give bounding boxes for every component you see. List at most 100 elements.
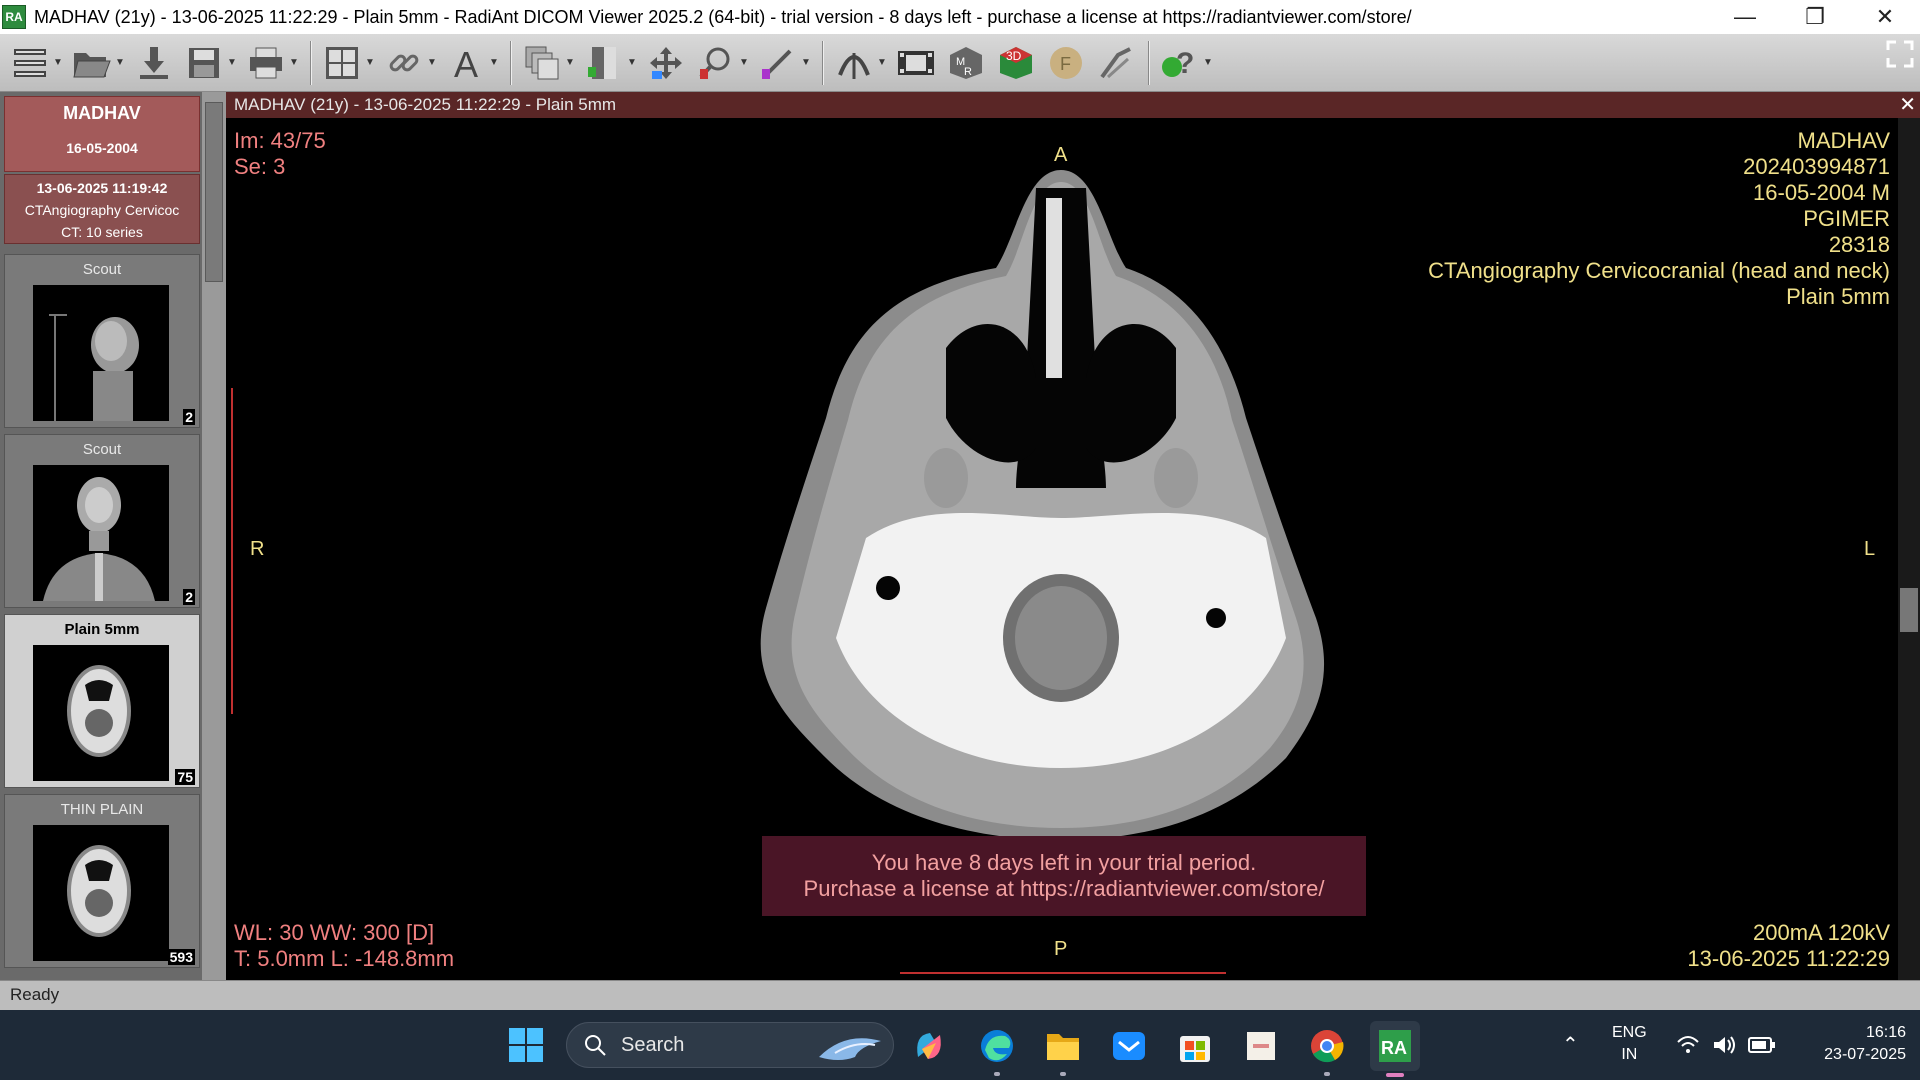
minimize-button[interactable]: — [1710,0,1780,34]
help-button[interactable]: ? ▼ [1158,38,1214,88]
series-stack-button[interactable]: ▼ [520,38,576,88]
svg-text:?: ? [1176,47,1194,80]
orientation-top: A [1054,144,1068,166]
link-icon [382,41,426,85]
3d-button[interactable]: 3D [994,38,1038,88]
chevron-down-icon[interactable]: ▼ [288,57,300,68]
document-app-icon[interactable] [1240,1025,1282,1067]
svg-text:A: A [454,45,478,81]
scout-lateral-image [33,285,169,421]
toolbar-separator [822,40,824,85]
slice-thickness-location: T: 5.0mm L: -148.8mm [234,946,455,971]
overlay-institution: PGIMER [1803,206,1890,231]
print-button[interactable]: ▼ [244,38,300,88]
open-button[interactable]: ▼ [70,38,126,88]
link-button[interactable]: ▼ [382,38,438,88]
menu-button[interactable]: ▼ [8,38,64,88]
window-level-button[interactable]: ▼ [582,38,638,88]
chevron-down-icon[interactable]: ▼ [426,57,438,68]
chrome-browser-icon[interactable] [1306,1025,1348,1076]
chevron-down-icon[interactable]: ▼ [488,57,500,68]
battery-icon[interactable] [1748,1036,1776,1056]
fusion-f-button[interactable]: F [1044,38,1088,88]
patient-header[interactable]: MADHAV 16-05-2004 [4,96,200,172]
menu-icon [8,41,52,85]
annotation-button[interactable]: A ▼ [444,38,500,88]
chevron-down-icon[interactable]: ▼ [364,57,376,68]
pan-button[interactable] [644,38,688,88]
cine-button[interactable] [894,38,938,88]
series-title: THIN PLAIN [60,801,144,818]
panel-scrollbar[interactable] [202,92,226,980]
series-thumbnail[interactable]: Scout 2 [4,434,200,608]
clock-date: 23-07-2025 [1824,1046,1906,1063]
scrollbar-thumb[interactable] [205,102,223,282]
toolbar-separator [1148,40,1150,85]
running-indicator [1324,1072,1330,1076]
volume-icon[interactable] [1712,1034,1738,1058]
clock-time: 16:16 [1865,1024,1906,1041]
language-indicator[interactable]: ENG IN [1612,1022,1647,1066]
mpr-button[interactable]: MR [944,38,988,88]
overlay-dob-sex: 16-05-2004 M [1753,180,1890,205]
search-icon [585,1035,606,1056]
overlay-patient-name: MADHAV [1797,128,1891,153]
image-viewport[interactable]: Im: 43/75 Se: 3 MADHAV 202403994871 16-0… [226,118,1898,980]
toolbar-separator [510,40,512,85]
series-thumbnail[interactable]: Scout 2 [4,254,200,428]
chevron-down-icon[interactable]: ▼ [876,57,888,68]
close-icon[interactable]: ✕ [1899,92,1916,118]
outlook-mail-icon[interactable] [1108,1025,1150,1067]
taskbar-search[interactable]: Search [566,1022,894,1068]
mpr-cube-icon: MR [944,41,988,85]
microsoft-store-icon[interactable] [1174,1025,1216,1067]
active-indicator [1386,1073,1404,1077]
chevron-down-icon[interactable]: ▼ [114,57,126,68]
curved-mpr-button[interactable] [1094,38,1138,88]
fullscreen-icon[interactable] [1886,40,1914,68]
chevron-down-icon[interactable]: ▼ [226,57,238,68]
measure-button[interactable]: ▼ [756,38,812,88]
series-thumbnail[interactable]: THIN PLAIN 593 [4,794,200,968]
clock[interactable]: 16:16 23-07-2025 [1796,1022,1906,1066]
edge-browser-icon[interactable] [976,1025,1018,1076]
chevron-down-icon[interactable]: ▼ [1202,57,1214,68]
axial-slice-thumbnail [33,645,169,781]
close-button[interactable]: ✕ [1850,0,1920,34]
file-explorer-icon[interactable] [1042,1025,1084,1076]
study-header[interactable]: 13-06-2025 11:19:42 CTAngiography Cervic… [4,174,200,244]
chevron-down-icon[interactable]: ▼ [52,57,64,68]
layout-button[interactable]: ▼ [320,38,376,88]
scrollbar-thumb[interactable] [1900,588,1918,632]
radiant-taskbar-icon[interactable]: RA [1370,1021,1420,1077]
overlay-patient-id: 202403994871 [1743,154,1890,179]
trial-notice-line: Purchase a license at https://radiantvie… [803,876,1325,901]
search-label: Search [621,1033,685,1056]
windows-start-icon[interactable] [508,1027,544,1063]
chevron-down-icon[interactable]: ▼ [738,57,750,68]
copilot-icon[interactable] [908,1025,950,1067]
chevron-down-icon[interactable]: ▼ [626,57,638,68]
zoom-button[interactable]: ▼ [694,38,750,88]
title-bar: RA MADHAV (21y) - 13-06-2025 11:22:29 - … [0,0,1920,34]
download-button[interactable] [132,38,176,88]
radiant-app-icon[interactable]: RA [2,5,26,29]
ruler-measure-icon [756,41,800,85]
fusion-button[interactable]: ▼ [832,38,888,88]
save-button[interactable]: ▼ [182,38,238,88]
wifi-icon[interactable] [1676,1034,1700,1058]
stack-icon [520,41,564,85]
overlay-series-description: Plain 5mm [1786,284,1890,309]
viewport-scrollbar[interactable] [1898,118,1920,980]
folder-open-icon [70,41,114,85]
exposure-params: 200mA 120kV [1753,920,1890,945]
chevron-down-icon[interactable]: ▼ [800,57,812,68]
window-title: MADHAV (21y) - 13-06-2025 11:22:29 - Pla… [34,6,1412,27]
overlay-accession: 28318 [1828,232,1890,257]
series-thumbnail-active[interactable]: Plain 5mm 75 [4,614,200,788]
overlay-study-description: CTAngiography Cervicocranial (head and n… [1428,258,1890,283]
chevron-down-icon[interactable]: ▼ [564,57,576,68]
language-code: ENG [1612,1024,1647,1041]
restore-button[interactable]: ❐ [1780,0,1850,34]
show-hidden-icons[interactable]: ⌃ [1562,1010,1579,1080]
